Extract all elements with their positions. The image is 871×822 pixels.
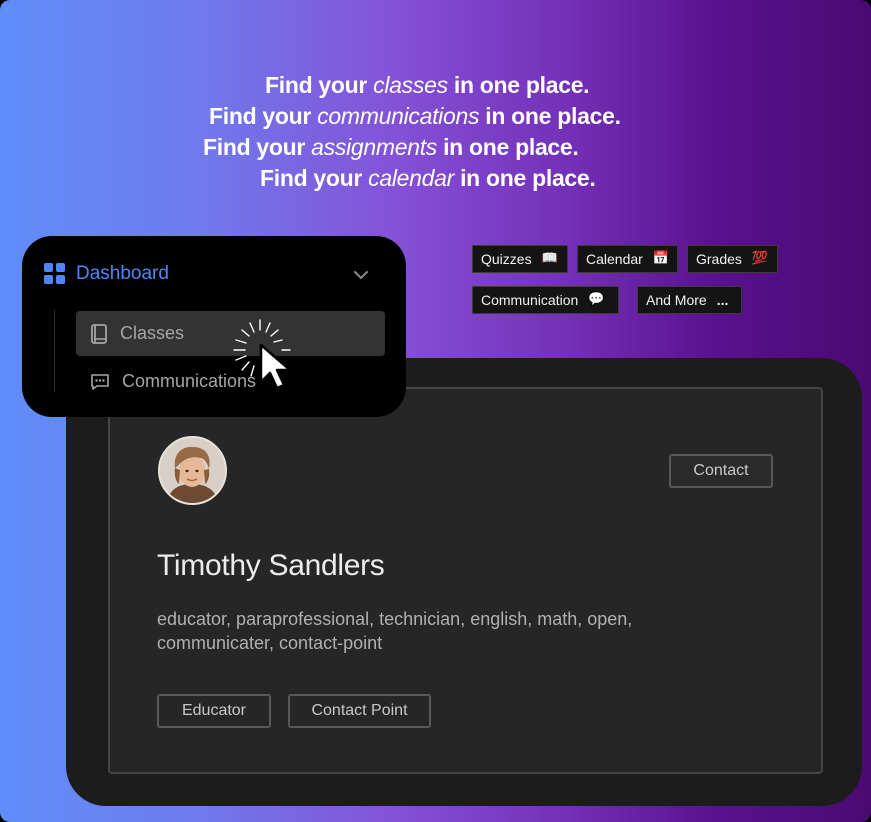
avatar (158, 436, 227, 505)
chevron-down-icon[interactable] (353, 269, 369, 281)
role-tag-educator[interactable]: Educator (157, 694, 271, 728)
sidebar-divider (54, 310, 55, 392)
chip-and-more[interactable]: And More ... (637, 286, 742, 314)
book-icon (91, 323, 107, 344)
headline-emphasis: assignments (311, 134, 437, 160)
headline-emphasis: communications (317, 103, 480, 129)
headline-prefix: Find your (260, 165, 363, 191)
message-icon (91, 373, 109, 390)
headline-emphasis: classes (373, 72, 448, 98)
sidebar-header-dashboard[interactable]: Dashboard (44, 263, 169, 285)
hero-frame: Find your classes in one place. Find you… (0, 0, 871, 822)
chip-label: Grades (696, 251, 742, 267)
profile-name: Timothy Sandlers (157, 549, 385, 582)
profile-card: Contact Timothy Sandlers educator, parap… (108, 387, 823, 774)
profile-tags: educator, paraprofessional, technician, … (157, 609, 633, 653)
chip-quizzes[interactable]: Quizzes 📖 (472, 245, 568, 273)
calendar-icon: 📅 (652, 251, 670, 266)
headline-communications: Find your communications in one place. (209, 101, 621, 132)
chip-label: Communication (481, 292, 579, 308)
role-tag-contact-point[interactable]: Contact Point (288, 694, 431, 728)
headline-classes: Find your classes in one place. (265, 70, 590, 101)
mouse-pointer-icon (233, 319, 292, 390)
speech-bubble-icon: 💬 (588, 292, 605, 307)
headline-emphasis: calendar (368, 165, 454, 191)
ellipsis-icon: ... (716, 292, 729, 308)
headline-suffix: in one place. (460, 165, 596, 191)
headline-prefix: Find your (265, 72, 368, 98)
chip-grades[interactable]: Grades 💯 (687, 245, 778, 273)
headline-suffix: in one place. (453, 72, 590, 98)
headline-calendar: Find your calendar in one place. (260, 163, 596, 194)
chip-communication[interactable]: Communication 💬 (472, 286, 619, 314)
headline-suffix: in one place. (485, 103, 621, 129)
dashboard-icon (44, 263, 65, 284)
sidebar-item-label: Classes (120, 323, 185, 343)
sidebar-popup: Dashboard Classes Communications (22, 236, 406, 417)
hundred-points-icon: 💯 (751, 251, 769, 266)
chip-label: Calendar (586, 251, 643, 267)
headline-prefix: Find your (203, 134, 306, 160)
person-portrait-icon (160, 438, 225, 503)
open-book-icon: 📖 (541, 251, 558, 266)
chip-label: And More (646, 292, 707, 308)
chip-calendar[interactable]: Calendar 📅 (577, 245, 678, 273)
headline-suffix: in one place. (443, 134, 579, 160)
contact-button[interactable]: Contact (669, 454, 773, 488)
headline-prefix: Find your (209, 103, 312, 129)
sidebar-header-label: Dashboard (76, 263, 169, 284)
headline-assignments: Find your assignments in one place. (203, 132, 579, 163)
chip-label: Quizzes (481, 251, 532, 267)
